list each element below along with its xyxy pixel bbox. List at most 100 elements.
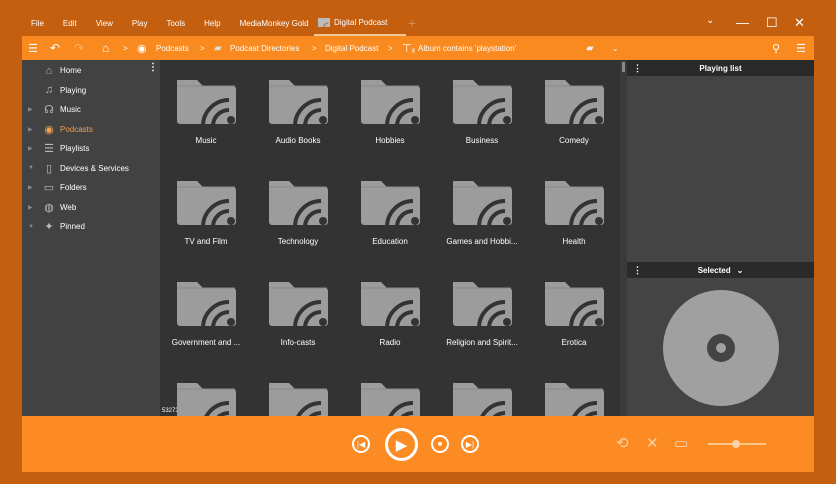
podcast-folder[interactable]: Hobbies [344,60,436,161]
filter-text[interactable]: Album contains 'playstation' [418,36,516,60]
podcast-folder-icon [453,282,512,328]
cast-icon[interactable]: ▭ [674,434,688,452]
expand-arrow-icon[interactable]: ▶ [28,106,33,113]
podcast-folder[interactable] [160,363,252,416]
expand-arrow-icon[interactable]: ▶ [28,184,33,191]
scrollbar[interactable] [620,60,627,416]
expand-arrow-icon[interactable]: ▼ [28,165,34,171]
chevron-down-icon[interactable]: ⌄ [612,36,619,60]
expand-arrow-icon[interactable]: ▶ [28,126,33,133]
volume-handle[interactable] [732,440,740,448]
podcast-folder[interactable]: TV and Film [160,161,252,262]
podcast-folder[interactable] [252,363,344,416]
podcast-folder[interactable]: Government and ... [160,262,252,363]
folder-label: Government and ... [171,338,241,347]
podcast-folder[interactable]: Religion and Spirit... [436,262,528,363]
menu-file[interactable]: File [31,19,44,28]
expand-arrow-icon[interactable]: ▼ [28,224,34,230]
podcast-folder[interactable]: Games and Hobbi... [436,161,528,262]
globe-icon: ◍ [44,201,54,214]
volume-slider[interactable] [708,440,766,448]
sidebar-item-pinned[interactable]: ▼ ✦ Pinned [22,217,160,236]
podcast-folder[interactable] [436,363,528,416]
panel-toggle-icon[interactable]: ☰ [796,36,806,60]
podcast-folder-icon [177,80,236,126]
podcast-folder[interactable]: Technology [252,161,344,262]
new-tab-button[interactable]: + [408,15,416,31]
stop-button[interactable]: ■ [431,435,449,453]
podcast-folder[interactable] [344,363,436,416]
folder-label: Games and Hobbi... [446,237,518,246]
menu-icon[interactable]: ⋮ [633,265,642,276]
play-button[interactable]: ▶ [385,428,418,461]
podcast-folder-icon [545,383,604,416]
podcast-folder[interactable]: Erotica [528,262,620,363]
menu-help[interactable]: Help [204,19,220,28]
redo-icon[interactable]: ↷ [74,36,84,60]
previous-button[interactable]: |◀ [352,435,370,453]
breadcrumb-podcast-directories[interactable]: Podcast Directories [230,36,299,60]
menu-play[interactable]: Play [132,19,148,28]
folder-label: Comedy [559,136,589,145]
view-mode-icon[interactable]: ▰ [586,36,594,60]
minimize-button[interactable]: — [736,15,749,30]
shuffle-icon[interactable]: ✕ [646,434,659,452]
sidebar-item-home[interactable]: ⌂ Home [22,61,160,80]
sidebar-item-devices-services[interactable]: ▼ ▯ Devices & Services [22,159,160,178]
filter-clear-icon[interactable]: ⊤ₓ [402,36,415,60]
expand-arrow-icon[interactable]: ▶ [28,145,33,152]
sidebar-toggle-icon[interactable]: ☰ [28,36,38,60]
podcast-folder-icon [545,181,604,227]
sidebar-item-podcasts[interactable]: ▶ ◉ Podcasts [22,120,160,139]
toolbar: ☰ ↶ ↷ ⌂ > ◉ Podcasts > ▰ Podcast Directo… [22,36,814,60]
chevron-right-icon: > [312,43,317,53]
folder-grid: 53273 feeds, 27 folders MusicAudio Books… [160,60,620,416]
close-button[interactable]: ✕ [794,15,805,31]
podcast-folder-icon [361,383,420,416]
tab-digital-podcast[interactable]: Digital Podcast [314,10,406,36]
podcast-folder-icon [177,383,236,416]
chevron-down-icon[interactable]: ⌄ [706,15,714,26]
sidebar-item-music[interactable]: ▶ ☊ Music [22,100,160,119]
search-icon[interactable]: ⚲ [772,36,780,60]
maximize-button[interactable]: ☐ [766,15,778,31]
folder-label: Technology [277,237,319,246]
sidebar: ⋮ ⌂ Home ♫ Playing ▶ ☊ Music ▶ ◉ Podcasts ▶ ☰ Playli… [22,60,160,416]
breadcrumb-digital-podcast[interactable]: Digital Podcast [325,36,378,60]
selected-header[interactable]: ⋮ Selected ⌄ [627,262,814,278]
folder-label: Radio [379,338,401,347]
podcast-folder[interactable]: Info-casts [252,262,344,363]
home-icon[interactable]: ⌂ [102,36,109,60]
menu-mediamonkey-gold[interactable]: MediaMonkey Gold [240,19,309,28]
podcast-folder-icon [361,80,420,126]
menu-view[interactable]: View [96,19,113,28]
music-note-icon: ♫ [44,84,54,96]
sidebar-item-label: Folders [60,183,87,192]
sidebar-item-web[interactable]: ▶ ◍ Web [22,198,160,217]
folder-label: Info-casts [280,338,316,347]
podcast-folder[interactable]: Audio Books [252,60,344,161]
repeat-icon[interactable]: ⟲ [616,434,629,452]
breadcrumb-podcasts[interactable]: Podcasts [156,36,189,60]
sidebar-item-playlists[interactable]: ▶ ☰ Playlists [22,139,160,158]
menu-tools[interactable]: Tools [166,19,185,28]
podcast-folder-icon [545,80,604,126]
podcast-folder[interactable] [528,363,620,416]
folder-label: Audio Books [275,136,321,145]
menu-icon[interactable]: ⋮ [633,63,642,74]
podcast-folder[interactable]: Radio [344,262,436,363]
podcast-folder[interactable]: Music [160,60,252,161]
podcast-folder[interactable]: Comedy [528,60,620,161]
sidebar-item-folders[interactable]: ▶ ▭ Folders [22,178,160,197]
podcast-folder[interactable]: Education [344,161,436,262]
folder-label: Erotica [561,338,587,347]
sidebar-item-playing[interactable]: ♫ Playing [22,81,160,100]
next-button[interactable]: ▶| [461,435,479,453]
expand-arrow-icon[interactable]: ▶ [28,204,33,211]
menu-edit[interactable]: Edit [63,19,77,28]
podcast-folder[interactable]: Business [436,60,528,161]
podcast-folder-icon [269,282,328,328]
undo-icon[interactable]: ↶ [50,36,60,60]
podcast-folder[interactable]: Health [528,161,620,262]
folder-label: Health [562,237,586,246]
